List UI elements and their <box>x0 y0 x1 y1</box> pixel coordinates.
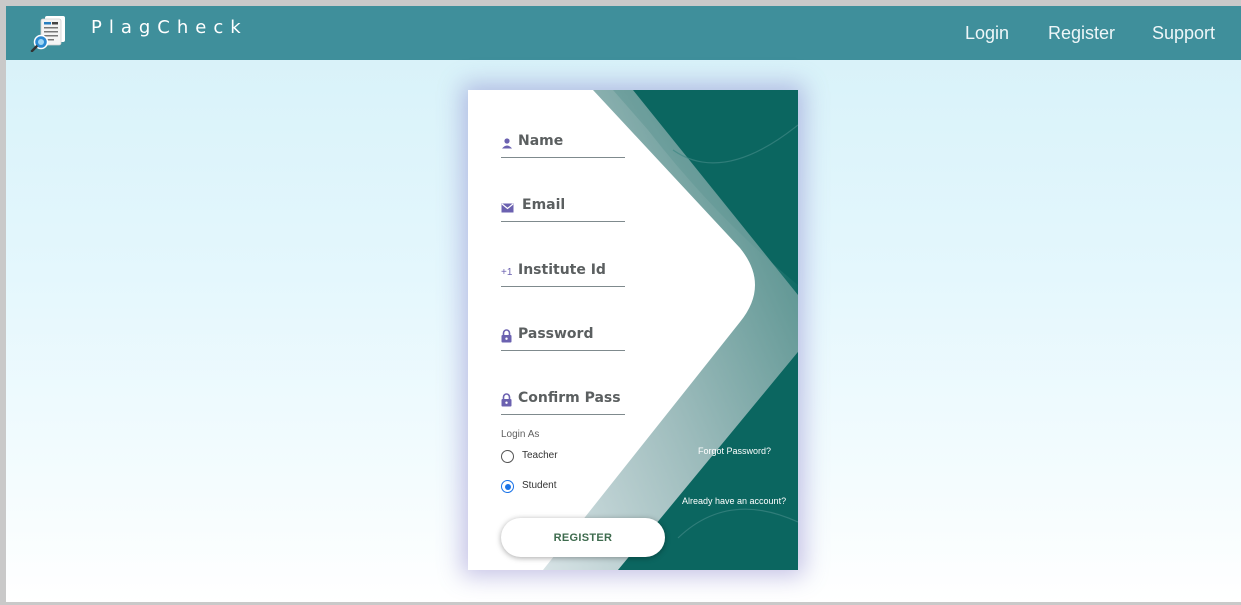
lock-icon <box>501 329 512 343</box>
forgot-password-link[interactable]: Forgot Password? <box>698 446 771 456</box>
password-field[interactable]: Password <box>501 324 625 351</box>
document-search-icon[interactable] <box>30 14 70 52</box>
teacher-radio[interactable] <box>501 450 514 463</box>
nav-register-link[interactable]: Register <box>1048 23 1115 44</box>
mail-icon <box>501 203 514 213</box>
plus-one-icon: +1 <box>501 267 513 278</box>
brand-name[interactable]: PlagCheck <box>91 17 248 38</box>
name-field[interactable]: Name <box>501 131 625 158</box>
nav-support-link[interactable]: Support <box>1152 23 1215 44</box>
email-field-label: Email <box>522 197 566 213</box>
nav-login-link[interactable]: Login <box>965 23 1009 44</box>
teacher-radio-label: Teacher <box>522 450 558 461</box>
already-have-account-link[interactable]: Already have an account? <box>682 496 786 506</box>
student-radio[interactable] <box>501 480 514 493</box>
institute-id-field-label: Institute Id <box>518 262 606 278</box>
login-as-label: Login As <box>501 429 540 440</box>
navbar: PlagCheck Login Register Support <box>6 6 1241 60</box>
name-field-label: Name <box>518 133 564 149</box>
register-card: Name Email +1 Institute Id Password Conf… <box>468 90 798 570</box>
institute-id-field[interactable]: +1 Institute Id <box>501 260 625 287</box>
register-button[interactable]: REGISTER <box>501 518 665 557</box>
confirm-password-field-label: Confirm Pass <box>518 390 621 406</box>
lock-icon <box>501 393 512 407</box>
confirm-password-field[interactable]: Confirm Pass <box>501 388 625 415</box>
page: PlagCheck Login Register Support Name Em… <box>6 6 1241 602</box>
person-icon <box>502 138 512 149</box>
password-field-label: Password <box>518 326 594 342</box>
student-radio-label: Student <box>522 480 557 491</box>
email-field[interactable]: Email <box>501 195 625 222</box>
